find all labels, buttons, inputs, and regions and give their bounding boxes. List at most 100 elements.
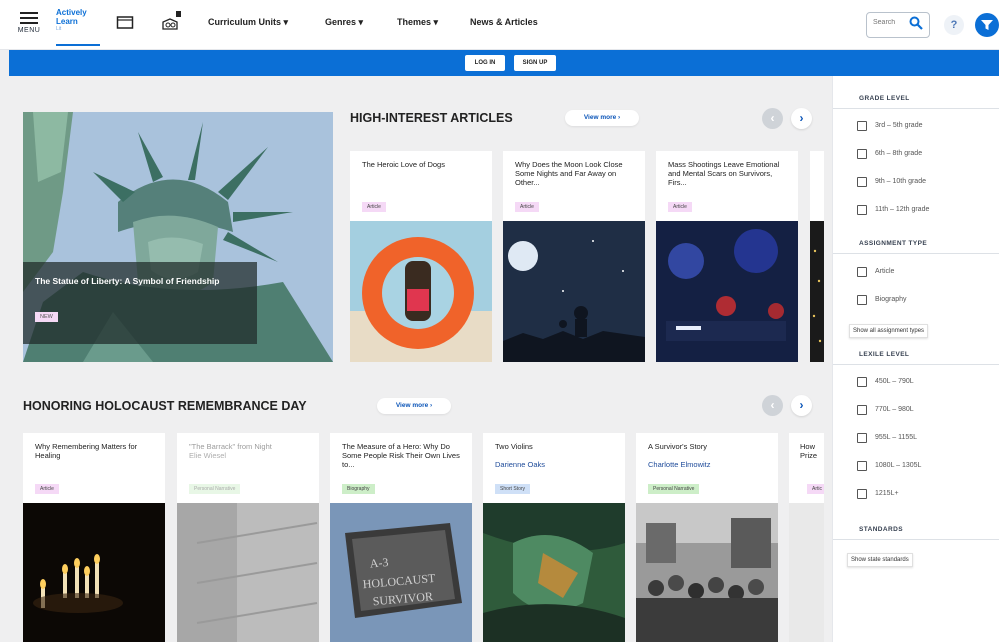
lexile-option[interactable]: 955L – 1155L (857, 432, 917, 444)
search-icon[interactable] (909, 16, 923, 33)
card-image (483, 503, 625, 642)
chevron-right-icon[interactable]: › (791, 395, 812, 416)
checkbox[interactable] (857, 295, 867, 305)
card-tag: Article (35, 484, 59, 494)
chevron-right-icon[interactable]: › (791, 108, 812, 129)
card-tag: Article (668, 202, 692, 212)
card-image (789, 503, 824, 642)
hero-title[interactable]: The Statue of Liberty: A Symbol of Frien… (35, 276, 251, 286)
show-state-standards-button[interactable]: Show state standards (847, 553, 913, 567)
help-icon[interactable]: ? (944, 15, 964, 35)
article-card[interactable]: Why Does the Moon Look Close Some Nights… (503, 151, 645, 362)
logo-text-2: Learn (56, 17, 78, 26)
card-tag: Article (515, 202, 539, 212)
section-title-high-interest: HIGH-INTEREST ARTICLES (350, 111, 513, 125)
checkbox[interactable] (857, 433, 867, 443)
search-input[interactable] (873, 19, 911, 26)
hero-caption: The Statue of Liberty: A Symbol of Frien… (23, 262, 257, 344)
card-title: A Survivor's Story (648, 442, 707, 451)
article-card[interactable]: The Heroic Love of Dogs Article (350, 151, 492, 362)
hero-feature[interactable]: The Statue of Liberty: A Symbol of Frien… (23, 112, 333, 362)
grade-level-heading: GRADE LEVEL (833, 95, 999, 109)
view-more-holocaust[interactable]: View more › (377, 398, 451, 414)
auth-bar: LOG IN SIGN UP (9, 50, 999, 76)
nav-curriculum-units[interactable]: Curriculum Units ▾ (208, 17, 288, 28)
checkbox[interactable] (857, 149, 867, 159)
checkbox[interactable] (857, 405, 867, 415)
holocaust-card[interactable]: The Measure of a Hero: Why Do Some Peopl… (330, 433, 472, 642)
nav-genres[interactable]: Genres ▾ (325, 17, 363, 28)
card-title: How Prize (800, 442, 818, 460)
article-card[interactable]: Mass Shootings Leave Emotional and Menta… (656, 151, 798, 362)
show-all-types-button[interactable]: Show all assignment types (849, 324, 929, 338)
classroom-icon[interactable] (160, 10, 184, 37)
nav-themes[interactable]: Themes ▾ (397, 17, 438, 28)
card-image (177, 503, 319, 642)
checkbox[interactable] (857, 177, 867, 187)
search-box[interactable] (866, 12, 930, 38)
menu-button[interactable]: MENU (10, 8, 48, 44)
top-navigation: MENU Actively Learn Lit Curriculum Units… (0, 0, 999, 50)
card-image (810, 221, 824, 362)
card-tag: Personal Narrative (648, 484, 700, 494)
logo-text-1: Actively (56, 8, 87, 17)
card-image: A-3 HOLOCAUST SURVIVOR (330, 503, 472, 642)
card-author: Charlotte Elmowitz (648, 460, 711, 469)
card-tag: Personal Narrative (189, 484, 241, 494)
holocaust-card[interactable]: Why Remembering Matters for Healing Arti… (23, 433, 165, 642)
checkbox[interactable] (857, 205, 867, 215)
folder-icon[interactable] (116, 14, 134, 35)
holocaust-card[interactable]: Two Violins Darienne Oaks Short Story (483, 433, 625, 642)
checkbox[interactable] (857, 489, 867, 499)
lexile-level-heading: LEXILE LEVEL (833, 351, 999, 365)
holocaust-card[interactable]: "The Barrack" from Night Elie Wiesel Per… (177, 433, 319, 642)
lexile-option[interactable]: 1215L+ (857, 488, 899, 500)
menu-label: MENU (17, 27, 41, 34)
card-tag: Artic (807, 484, 824, 494)
lexile-option[interactable]: 450L – 790L (857, 376, 914, 388)
menu-icon (20, 12, 38, 24)
type-option[interactable]: Biography (857, 294, 907, 306)
card-author: Elie Wiesel (189, 451, 227, 460)
card-title: Two Violins (495, 442, 533, 451)
type-option[interactable]: Article (857, 266, 894, 278)
card-image (23, 503, 165, 642)
logo-text-3: Lit (56, 26, 62, 32)
chevron-left-icon[interactable]: ‹ (762, 108, 783, 129)
card-title: "The Barrack" from Night (189, 442, 272, 451)
section-title-holocaust: HONORING HOLOCAUST REMEMBRANCE DAY (23, 399, 307, 413)
signup-button[interactable]: SIGN UP (514, 55, 556, 71)
assignment-type-heading: ASSIGNMENT TYPE (833, 240, 999, 254)
login-button[interactable]: LOG IN (465, 55, 505, 71)
card-title: The Heroic Love of Dogs (362, 160, 445, 169)
card-tag: Biography (342, 484, 375, 494)
card-title: The Measure of a Hero: Why Do Some Peopl… (342, 442, 460, 469)
checkbox[interactable] (857, 377, 867, 387)
article-card-partial[interactable] (810, 151, 824, 362)
holocaust-card-partial[interactable]: How Prize Artic (789, 433, 824, 642)
grade-option[interactable]: 9th – 10th grade (857, 176, 926, 188)
grade-option[interactable]: 3rd – 5th grade (857, 120, 922, 132)
card-image (503, 221, 645, 362)
logo[interactable]: Actively Learn Lit (56, 8, 100, 46)
card-image (656, 221, 798, 362)
filter-icon[interactable] (975, 13, 999, 37)
checkbox[interactable] (857, 461, 867, 471)
nav-news-articles[interactable]: News & Articles (470, 17, 538, 27)
holocaust-card[interactable]: A Survivor's Story Charlotte Elmowitz Pe… (636, 433, 778, 642)
checkbox[interactable] (857, 121, 867, 131)
lexile-option[interactable]: 1080L – 1305L (857, 460, 921, 472)
standards-heading: STANDARDS (833, 526, 999, 540)
grade-option[interactable]: 11th – 12th grade (857, 204, 929, 216)
grade-option[interactable]: 6th – 8th grade (857, 148, 922, 160)
card-tag: Short Story (495, 484, 531, 494)
view-more-high-interest[interactable]: View more › (565, 110, 639, 126)
lexile-option[interactable]: 770L – 980L (857, 404, 914, 416)
card-image (636, 503, 778, 642)
svg-text:A-3: A-3 (369, 555, 389, 571)
card-tag: Article (362, 202, 386, 212)
checkbox[interactable] (857, 267, 867, 277)
chevron-left-icon[interactable]: ‹ (762, 395, 783, 416)
hero-tag: NEW (35, 312, 58, 322)
card-title: Why Remembering Matters for Healing (35, 442, 138, 460)
